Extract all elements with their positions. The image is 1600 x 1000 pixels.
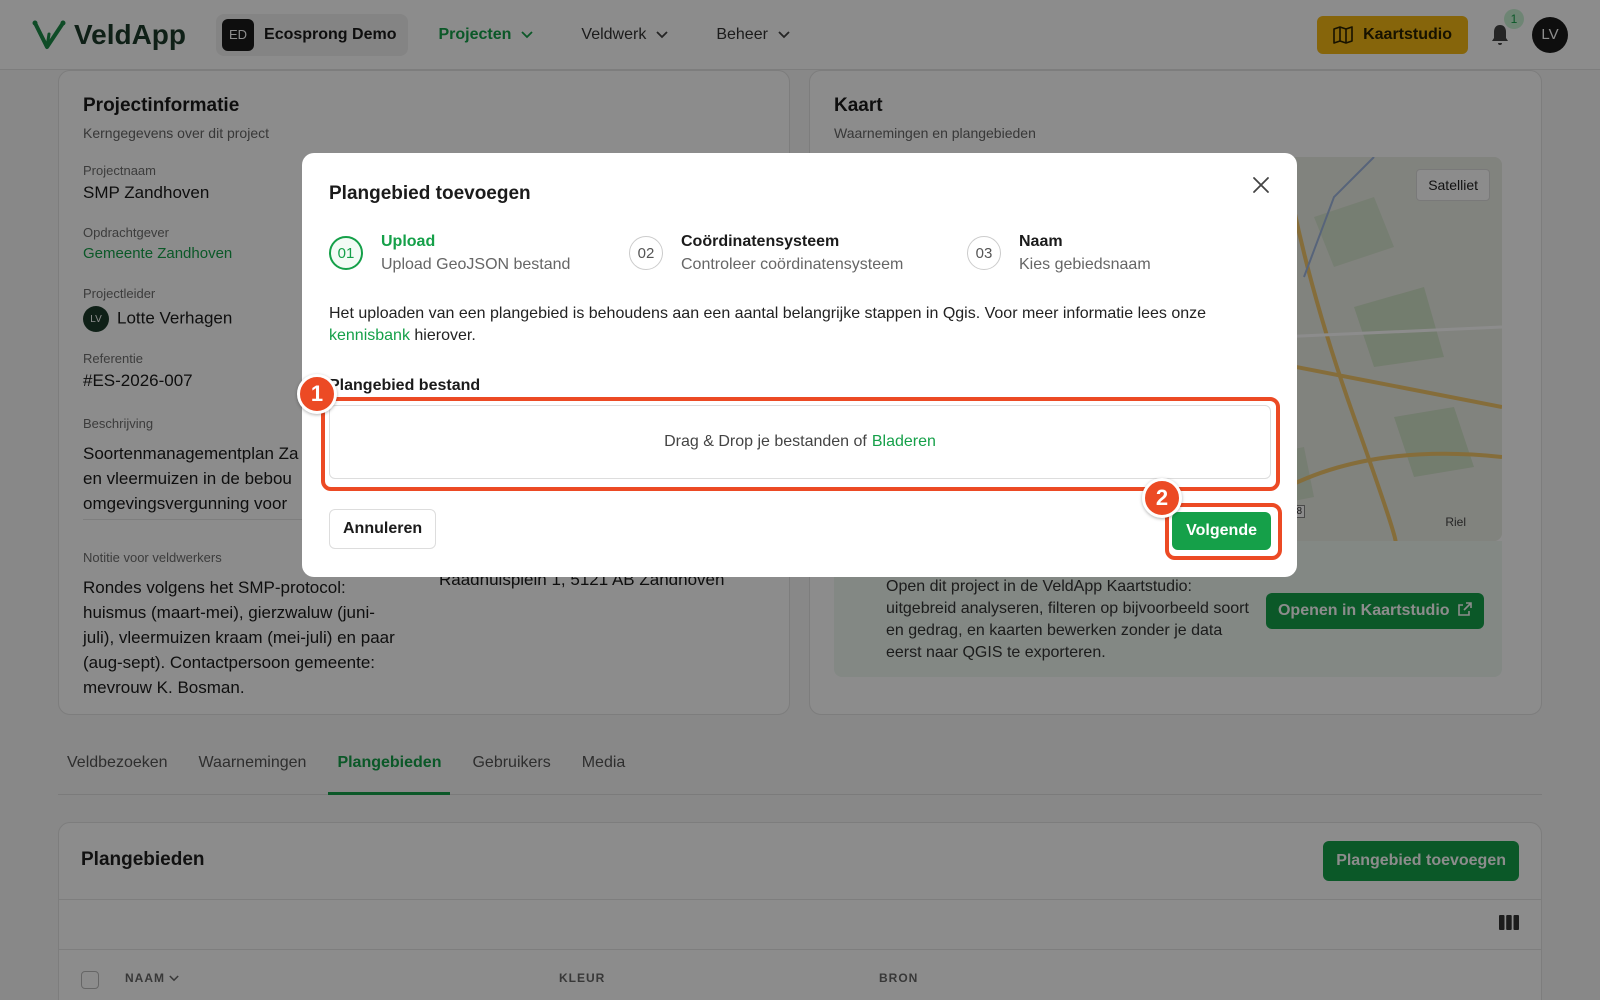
intro-suffix: hierover. [414,327,476,344]
modal-title: Plangebied toevoegen [329,183,531,204]
step-number: 01 [329,236,363,270]
step-upload: 01 Upload Upload GeoJSON bestand [329,233,570,274]
step-title: Naam [1019,233,1063,250]
step-naam: 03 Naam Kies gebiedsnaam [967,233,1151,274]
intro-text: Het uploaden van een plangebied is behou… [329,303,1269,347]
annotation-highlight-next [1165,503,1282,560]
intro-body: Het uploaden van een plangebied is behou… [329,305,1207,322]
annotation-highlight-dropzone [321,397,1280,491]
step-description: Upload GeoJSON bestand [381,256,571,273]
file-field-label: Plangebied bestand [329,377,481,394]
step-title: Coördinatensysteem [681,233,840,250]
step-number: 03 [967,236,1001,270]
step-description: Kies gebiedsnaam [1019,256,1151,273]
close-icon[interactable] [1251,175,1271,195]
step-title: Upload [381,233,436,250]
annotation-marker-2: 2 [1142,478,1182,518]
wizard-steps: 01 Upload Upload GeoJSON bestand 02 Coör… [329,233,1269,293]
add-plangebied-modal: Plangebied toevoegen 01 Upload Upload Ge… [302,153,1297,577]
step-coordinatensysteem: 02 Coördinatensysteem Controleer coördin… [629,233,903,274]
annotation-marker-1: 1 [297,374,337,414]
cancel-button[interactable]: Annuleren [329,509,437,549]
kennisbank-link[interactable]: kennisbank [329,327,410,344]
step-description: Controleer coördinatensysteem [681,256,904,273]
step-number: 02 [629,236,663,270]
